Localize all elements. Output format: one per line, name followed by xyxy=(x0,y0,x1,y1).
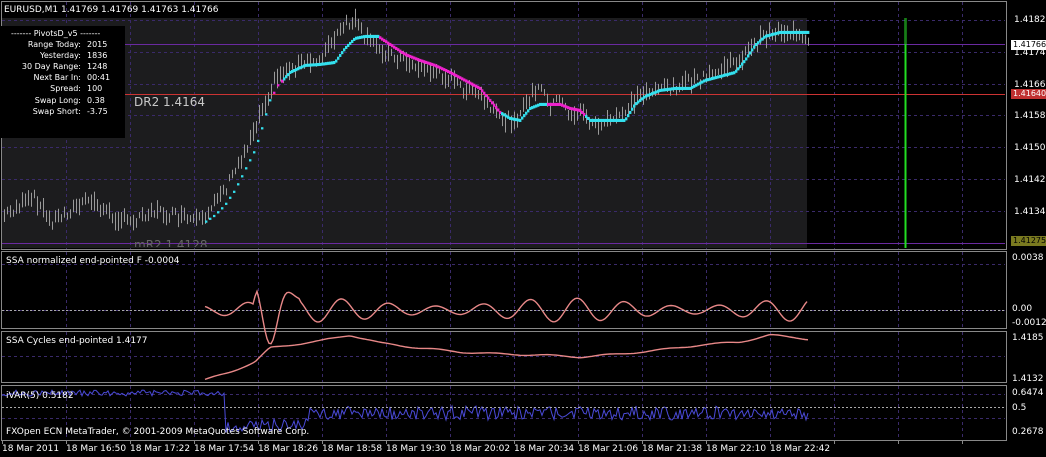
up-trend-dot xyxy=(627,114,630,118)
up-trend-dot xyxy=(631,107,634,111)
indicator2-axis-top: 1.4185 xyxy=(1012,333,1044,343)
up-trend-dot xyxy=(237,183,240,186)
up-trend-dot xyxy=(625,117,628,121)
up-trend-dot xyxy=(629,110,632,114)
price-axis-label: 1.41585 xyxy=(1014,111,1046,121)
up-trend-dot xyxy=(807,30,810,34)
info-value: 1248 xyxy=(87,62,108,71)
up-trend-dot xyxy=(339,53,342,57)
indicator1-axis-zero: 0.00 xyxy=(1012,304,1033,314)
price-axis-label: 1.41505 xyxy=(1014,143,1046,153)
time-axis-label: 18 Mar 20:34 xyxy=(514,444,575,454)
info-value: 0.38 xyxy=(87,96,105,105)
pivot-label-mr2: mR2 1.4128 xyxy=(134,240,208,247)
up-trend-dot xyxy=(225,202,228,205)
up-trend-dot xyxy=(747,54,750,58)
info-key: 30 Day Range: xyxy=(21,62,81,71)
bottom-price-tag: 1.41275 xyxy=(1011,236,1046,246)
up-trend-dot xyxy=(217,211,220,214)
indicator2-axis-bottom: 1.4132 xyxy=(1012,374,1044,384)
time-axis-label: 18 Mar 22:42 xyxy=(770,444,831,454)
indicator3-axis-top: 0.6474 xyxy=(1012,388,1044,398)
up-trend-dot xyxy=(205,220,208,223)
time-axis-label: 18 Mar 2011 xyxy=(2,444,60,454)
up-trend-dot xyxy=(751,48,754,52)
up-trend-dot xyxy=(335,59,338,63)
up-trend-dot xyxy=(209,217,212,220)
current-price-tag: 1.41766 xyxy=(1011,40,1046,50)
time-axis-label: 18 Mar 17:54 xyxy=(194,444,255,454)
time-axis-label: 18 Mar 18:26 xyxy=(258,444,319,454)
info-key: Spread: xyxy=(50,84,81,93)
info-key: Swap Short: xyxy=(32,107,81,116)
indicator3-axis-mid: 0.5 xyxy=(1012,403,1027,413)
up-trend-dot xyxy=(265,113,268,116)
indicator1-label: SSA normalized end-pointed F -0.0004 xyxy=(6,256,180,266)
window-title: EURUSD,M1 1.41769 1.41769 1.41763 1.4176… xyxy=(4,5,219,15)
info-key: Next Bar In: xyxy=(33,73,81,82)
pivot-price-tag: 1.41640 xyxy=(1011,89,1046,99)
up-trend-dot xyxy=(249,159,252,162)
price-axis-label: 1.41345 xyxy=(1014,207,1046,217)
info-value: 00:41 xyxy=(87,73,111,82)
up-trend-dot xyxy=(261,127,264,130)
price-axis-label: 1.41825 xyxy=(1014,15,1046,25)
indicator3-axis-bottom: 0.2678 xyxy=(1012,427,1044,437)
time-axis-label: 18 Mar 16:50 xyxy=(66,444,127,454)
copyright-text: FXOpen ECN MetaTrader, © 2001-2009 MetaQ… xyxy=(6,427,310,437)
time-axis-label: 18 Mar 22:10 xyxy=(706,444,767,454)
up-trend-dot xyxy=(253,151,256,154)
info-key: Yesterday: xyxy=(40,51,81,60)
time-axis-label: 18 Mar 21:38 xyxy=(642,444,703,454)
up-trend-dot xyxy=(341,51,344,55)
up-trend-dot xyxy=(245,167,248,170)
time-axis-label: 18 Mar 19:30 xyxy=(386,444,447,454)
info-value: 100 xyxy=(87,84,103,93)
down-trend-dot xyxy=(277,84,280,87)
info-value: -3.75 xyxy=(87,107,108,116)
up-trend-dot xyxy=(745,57,748,61)
indicator1-axis-bottom: -0.0012 xyxy=(1012,318,1046,328)
info-value: 1836 xyxy=(87,51,108,60)
up-trend-dot xyxy=(221,207,224,210)
pivot-label-dr2: DR2 1.4164 xyxy=(134,95,206,109)
up-trend-dot xyxy=(241,175,244,178)
up-trend-dot xyxy=(337,56,340,60)
up-trend-dot xyxy=(269,99,272,102)
indicator3-label: iVAR(5) 0.5182 xyxy=(6,391,74,401)
indicator1-axis-top: 0.0038 xyxy=(1012,253,1044,263)
up-trend-dot xyxy=(257,139,260,143)
chart-canvas[interactable] xyxy=(0,0,1046,457)
time-axis-label: 18 Mar 21:06 xyxy=(578,444,639,454)
up-trend-dot xyxy=(213,214,216,218)
info-key: Range Today: xyxy=(27,40,81,49)
price-axis-label: 1.41425 xyxy=(1014,175,1046,185)
ssa-normalized-line xyxy=(204,289,808,345)
up-trend-dot xyxy=(229,196,232,199)
time-axis-label: 18 Mar 18:58 xyxy=(322,444,383,454)
up-trend-dot xyxy=(749,51,752,55)
down-trend-dot xyxy=(273,91,276,94)
info-key: Swap Long: xyxy=(34,96,81,105)
up-trend-dot xyxy=(233,190,236,193)
pivots-info-panel: ------- PivotsD_v5 ------- Range Today: 2… xyxy=(1,26,125,138)
info-value: 2015 xyxy=(87,40,108,49)
info-header: ------- PivotsD_v5 ------- xyxy=(11,29,101,38)
time-axis-label: 18 Mar 17:22 xyxy=(130,444,191,454)
indicator2-label: SSA Cycles end-pointed 1.4177 xyxy=(6,336,148,346)
time-axis-label: 18 Mar 20:02 xyxy=(450,444,511,454)
up-trend-dot xyxy=(743,60,746,64)
